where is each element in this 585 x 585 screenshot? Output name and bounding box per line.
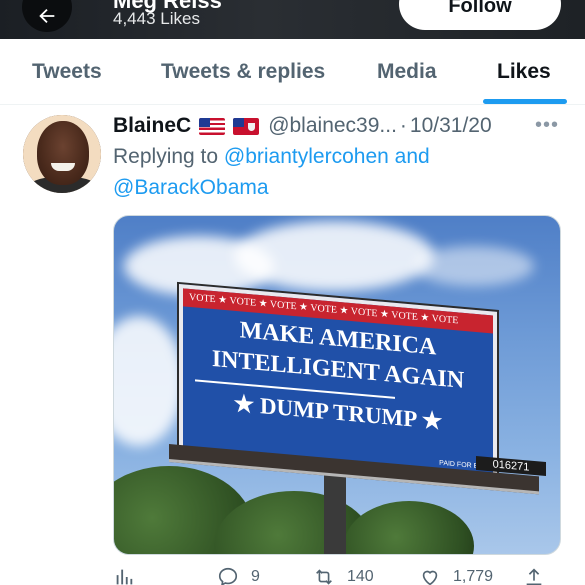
tweet-image[interactable]: VOTE ★ VOTE ★ VOTE ★ VOTE ★ VOTE ★ VOTE … xyxy=(113,215,561,555)
retweet-button[interactable]: 140 xyxy=(313,566,374,585)
retweet-icon xyxy=(316,569,332,585)
tab-tweets-and-replies[interactable]: Tweets & replies xyxy=(161,39,325,105)
heart-icon xyxy=(422,570,438,585)
likes-count: 4,443 Likes xyxy=(113,9,200,28)
back-button[interactable] xyxy=(22,0,72,32)
flag-us-icon xyxy=(199,117,226,135)
avatar[interactable] xyxy=(23,115,101,193)
active-tab-indicator xyxy=(483,99,567,104)
tab-likes[interactable]: Likes xyxy=(497,39,551,105)
separator-dot: · xyxy=(399,114,407,137)
follow-button[interactable]: Follow xyxy=(399,0,561,30)
like-button[interactable]: 1,779 xyxy=(419,566,493,585)
analytics-icon xyxy=(116,569,133,585)
profile-tabs: Tweets Tweets & replies Media Likes xyxy=(0,39,585,105)
more-horizontal-icon[interactable]: ••• xyxy=(535,114,559,137)
profile-header: Meg Reiss 4,443 Likes Follow xyxy=(0,0,585,39)
tweet-actions: 9 140 1,779 xyxy=(113,566,563,585)
like-count: 1,779 xyxy=(453,568,494,585)
tab-media[interactable]: Media xyxy=(377,39,437,105)
mention-briantylercohen[interactable]: @briantylercohen xyxy=(224,145,389,168)
author-handle[interactable]: @blainec39... xyxy=(268,114,397,138)
reply-button[interactable]: 9 xyxy=(217,566,260,585)
tweet-date[interactable]: 10/31/20 xyxy=(410,114,492,138)
tweet-header: BlaineC @blainec39... · 10/31/20 xyxy=(113,112,492,140)
share-icon xyxy=(526,568,542,585)
mention-barackobama[interactable]: @BarackObama xyxy=(113,176,269,199)
share-button[interactable] xyxy=(523,566,545,585)
reply-count: 9 xyxy=(251,568,260,585)
reply-connector[interactable]: and xyxy=(395,145,430,168)
flag-bermuda-icon xyxy=(233,117,260,135)
author-name[interactable]: BlaineC xyxy=(113,114,191,138)
reply-prefix: Replying to xyxy=(113,145,219,168)
retweet-count: 140 xyxy=(347,568,374,585)
arrow-left-icon xyxy=(39,8,55,24)
analytics-button[interactable] xyxy=(113,566,135,585)
tab-tweets[interactable]: Tweets xyxy=(32,39,102,105)
reply-icon xyxy=(218,567,238,585)
billboard-line-3: ★ DUMP TRUMP ★ xyxy=(233,390,443,435)
replying-to: Replying to @briantylercohen and @Barack… xyxy=(113,141,573,203)
